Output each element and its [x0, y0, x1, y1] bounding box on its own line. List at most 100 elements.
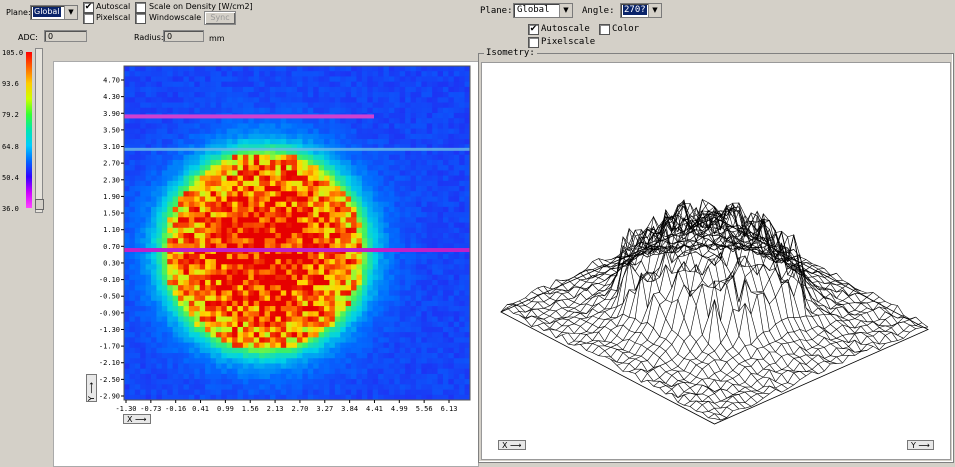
heatmap-cell — [280, 212, 287, 218]
heatmap-cell — [399, 66, 406, 72]
heatmap-cell — [394, 389, 401, 396]
heatmap-cell — [453, 227, 460, 234]
chevron-down-icon[interactable]: ▼ — [559, 4, 572, 17]
heatmap-cell — [410, 227, 417, 234]
heatmap-cell — [259, 290, 265, 297]
heatmap-cell — [242, 92, 249, 98]
heatmap-cell — [280, 222, 287, 229]
heatmap-cell — [199, 123, 206, 130]
heatmap-cell — [124, 306, 130, 312]
iso-pixelscale-checkbox[interactable] — [528, 37, 539, 48]
heatmap-cell — [459, 170, 465, 176]
heatmap-x-axis-button[interactable]: X ⟶ — [123, 414, 151, 424]
heatmap-cell — [394, 128, 401, 135]
heatmap-y-axis-button[interactable]: Y ⟶ — [86, 374, 97, 402]
heatmap-cell — [124, 311, 130, 317]
heatmap-cell — [421, 358, 428, 364]
heatmap-cell — [329, 66, 336, 72]
heatmap-cell — [302, 86, 309, 93]
heatmap-cell — [237, 379, 244, 385]
iso-y-axis-button[interactable]: Y ⟶ — [907, 440, 934, 450]
heatmap-cell — [205, 353, 211, 359]
heatmap-cell — [291, 295, 298, 302]
iso-autoscale-checkbox[interactable]: ✔ — [528, 24, 539, 35]
heatmap-cell — [437, 66, 444, 72]
heatmap-cell — [134, 180, 141, 187]
heatmap-cell — [151, 389, 157, 396]
heatmap-cell — [410, 326, 417, 333]
heatmap-cell — [124, 389, 130, 396]
heatmap-cell — [205, 139, 211, 145]
heatmap-cell — [194, 191, 201, 197]
heatmap-cell — [345, 175, 352, 182]
heatmap-cell — [259, 264, 265, 270]
heatmap-cell — [226, 128, 233, 135]
heatmap-cell — [367, 66, 374, 72]
color-checkbox[interactable] — [599, 24, 610, 35]
heatmap-cell — [356, 201, 363, 208]
heatmap-cell — [134, 175, 141, 182]
heatmap-cell — [156, 269, 163, 276]
heatmap-cell — [140, 212, 147, 218]
heatmap-cell — [221, 212, 228, 218]
heatmap-cell — [210, 264, 217, 270]
iso-plane-select[interactable]: Global ▼ — [513, 3, 573, 18]
heatmap-cell — [188, 332, 195, 338]
heatmap-cell — [264, 306, 271, 312]
heatmap-cell — [410, 71, 417, 77]
heatmap-cell — [237, 217, 244, 223]
heatmap-cell — [367, 102, 374, 109]
heatmap-cell — [437, 311, 444, 317]
heatmap-cell — [383, 139, 390, 145]
heatmap-cell — [253, 180, 260, 187]
heatmap-cell — [329, 191, 336, 197]
heatmap-cell — [383, 170, 390, 176]
heatmap-cell — [367, 353, 374, 359]
heatmap-cell — [415, 81, 422, 88]
heatmap-cell — [318, 279, 325, 286]
heatmap-cell — [215, 170, 222, 176]
heatmap-cell — [361, 295, 368, 302]
heatmap-cell — [437, 295, 444, 302]
iso-x-axis-button[interactable]: X ⟶ — [498, 440, 526, 450]
heatmap-cell — [237, 107, 244, 114]
heatmap-cell — [351, 269, 357, 276]
chevron-down-icon[interactable]: ▼ — [648, 4, 661, 17]
heatmap-cell — [178, 389, 184, 396]
heatmap-cell — [297, 253, 303, 260]
heatmap-cell — [437, 196, 444, 203]
heatmap-cell — [134, 274, 141, 281]
heatmap-cell — [194, 71, 201, 77]
angle-select[interactable]: 270? ▼ — [620, 3, 662, 18]
heatmap-cell — [199, 347, 206, 354]
heatmap-cell — [367, 295, 374, 302]
heatmap-cell — [161, 201, 168, 208]
heatmap-cell — [302, 175, 309, 182]
isometry-group-title: Isometry: — [484, 48, 537, 58]
heatmap-cell — [140, 321, 147, 328]
heatmap-cell — [269, 274, 276, 281]
heatmap-cell — [242, 196, 249, 203]
heatmap-cell — [194, 186, 201, 192]
heatmap-cell — [215, 384, 222, 390]
heatmap-cell — [448, 321, 455, 328]
heatmap-cell — [215, 66, 222, 72]
heatmap-cell — [242, 389, 249, 396]
heatmap-cell — [237, 139, 244, 145]
heatmap-cell — [188, 373, 195, 380]
wire-line — [586, 206, 801, 351]
heatmap-cell — [329, 206, 336, 213]
heatmap-cell — [253, 71, 260, 77]
heatmap-cell — [432, 206, 438, 213]
heatmap-cell — [388, 279, 395, 286]
heatmap-cell — [410, 306, 417, 312]
heatmap-cell — [318, 290, 325, 297]
heatmap-cell — [356, 233, 363, 239]
heatmap-cell — [318, 92, 325, 98]
heatmap-cell — [248, 238, 255, 244]
heatmap-cell — [156, 326, 163, 333]
heatmap-cell — [280, 342, 287, 349]
heatmap-cell — [140, 253, 147, 260]
heatmap-cell — [226, 191, 233, 197]
heatmap-cell — [167, 363, 174, 370]
